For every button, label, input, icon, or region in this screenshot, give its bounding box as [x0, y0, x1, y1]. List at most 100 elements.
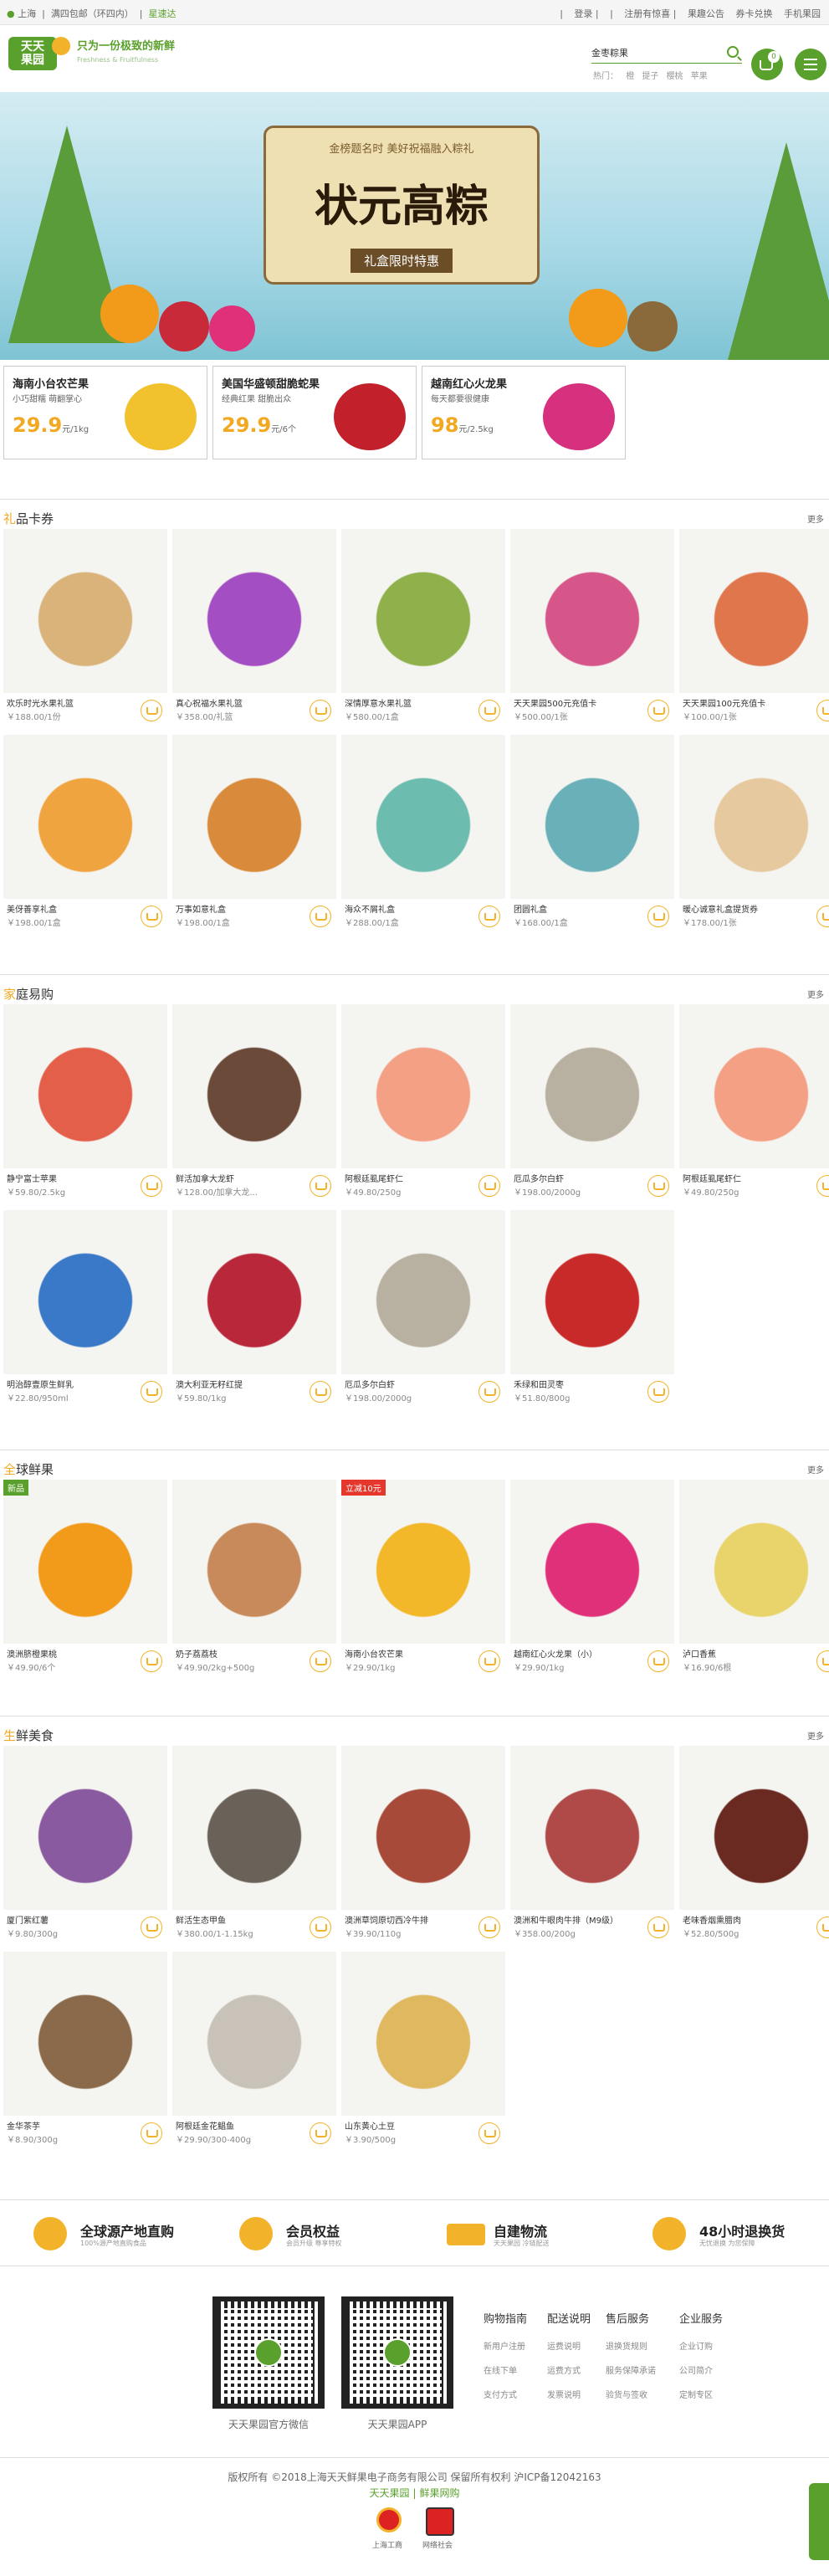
- footer-col-link[interactable]: 运费方式: [547, 2363, 606, 2376]
- product-card[interactable]: 厄瓜多尔白虾 ￥198.00/2000g: [341, 1210, 505, 1411]
- product-card[interactable]: 禾绿和田灵枣 ￥51.80/800g: [510, 1210, 674, 1411]
- product-name[interactable]: 越南红心火龙果（小）: [514, 1647, 639, 1660]
- footer-col-link[interactable]: 退换货规则: [606, 2339, 664, 2352]
- product-image[interactable]: [3, 1210, 167, 1374]
- product-image[interactable]: [341, 735, 505, 899]
- add-to-cart-icon[interactable]: [141, 1381, 162, 1403]
- product-card[interactable]: 越南红心火龙果（小） ￥29.90/1kg: [510, 1480, 674, 1681]
- product-name[interactable]: 海南小台农芒果: [345, 1647, 470, 1660]
- gongshang-badge-icon[interactable]: [376, 2507, 402, 2532]
- footer-col-link[interactable]: 公司简介: [679, 2363, 738, 2376]
- product-image[interactable]: [510, 1480, 674, 1644]
- product-card[interactable]: 新品 澳洲脐橙果桃 ￥49.90/6个: [3, 1480, 167, 1681]
- product-card[interactable]: 欢乐时光水果礼篮 ￥188.00/1份: [3, 529, 167, 730]
- product-card[interactable]: 山东黄心土豆 ￥3.90/500g: [341, 1952, 505, 2153]
- product-name[interactable]: 真心祝福水果礼篮: [176, 696, 301, 709]
- add-to-cart-icon[interactable]: [647, 1175, 669, 1197]
- add-to-cart-icon[interactable]: [310, 1650, 331, 1672]
- add-to-cart-icon[interactable]: [647, 906, 669, 927]
- search-icon[interactable]: [727, 46, 739, 58]
- section-more-link[interactable]: 更多: [807, 1463, 824, 1475]
- add-to-cart-icon[interactable]: [310, 1917, 331, 1938]
- product-image[interactable]: [3, 1480, 167, 1644]
- product-card[interactable]: 阿根廷虱尾虾仁 ￥49.80/250g: [341, 1004, 505, 1205]
- add-to-cart-icon[interactable]: [310, 1381, 331, 1403]
- add-to-cart-icon[interactable]: [478, 906, 500, 927]
- add-to-cart-icon[interactable]: [478, 2122, 500, 2144]
- product-card[interactable]: 澳大利亚无籽红提 ￥59.80/1kg: [172, 1210, 336, 1411]
- product-name[interactable]: 深情厚意水果礼篮: [345, 696, 470, 709]
- product-image[interactable]: [679, 735, 829, 899]
- hot-term[interactable]: 提子: [642, 72, 658, 81]
- product-name[interactable]: 明治醇壹原生鲜乳: [7, 1378, 132, 1390]
- side-service-tab[interactable]: [809, 2483, 829, 2560]
- add-to-cart-icon[interactable]: [647, 1650, 669, 1672]
- product-image[interactable]: [172, 1952, 336, 2116]
- login-link[interactable]: | 登录 |: [560, 8, 598, 19]
- product-image[interactable]: [679, 1480, 829, 1644]
- add-to-cart-icon[interactable]: [141, 1650, 162, 1672]
- product-name[interactable]: 暖心诚意礼盒提货券: [683, 902, 808, 915]
- add-to-cart-icon[interactable]: [478, 1175, 500, 1197]
- footer-col-link[interactable]: 支付方式: [484, 2388, 542, 2400]
- product-image[interactable]: [172, 1210, 336, 1374]
- product-image[interactable]: [510, 1004, 674, 1168]
- mobile-link[interactable]: 手机果园: [784, 8, 821, 19]
- product-name[interactable]: 澳洲脐橙果桃: [7, 1647, 132, 1660]
- product-image[interactable]: [679, 1746, 829, 1910]
- footer-col-link[interactable]: 发票说明: [547, 2388, 606, 2400]
- product-image[interactable]: [341, 1210, 505, 1374]
- site-logo[interactable]: 天天果园 只为一份极致的新鲜 Freshness & Fruitfulness: [8, 37, 175, 70]
- add-to-cart-icon[interactable]: [478, 1650, 500, 1672]
- product-name[interactable]: 阿根廷金花鲳鱼: [176, 2119, 301, 2132]
- hot-term[interactable]: 樱桃: [667, 72, 683, 81]
- add-to-cart-icon[interactable]: [816, 1650, 829, 1672]
- product-image[interactable]: [341, 529, 505, 693]
- add-to-cart-icon[interactable]: [310, 1175, 331, 1197]
- footer-col-link[interactable]: 验货与签收: [606, 2388, 664, 2400]
- hot-term[interactable]: 苹果: [691, 72, 708, 81]
- product-card[interactable]: 金华茶芋 ￥8.90/300g: [3, 1952, 167, 2153]
- product-image[interactable]: [510, 1210, 674, 1374]
- footer-link[interactable]: 天天果园: [369, 2487, 409, 2499]
- product-name[interactable]: 禾绿和田灵枣: [514, 1378, 639, 1390]
- notice-link[interactable]: 果趣公告: [688, 8, 724, 19]
- menu-button[interactable]: [795, 49, 826, 80]
- product-image[interactable]: [679, 1004, 829, 1168]
- search-input[interactable]: [591, 44, 717, 62]
- product-card[interactable]: 明治醇壹原生鲜乳 ￥22.80/950ml: [3, 1210, 167, 1411]
- footer-col-link[interactable]: 定制专区: [679, 2388, 738, 2400]
- section-more-link[interactable]: 更多: [807, 512, 824, 525]
- product-card[interactable]: 阿根廷金花鲳鱼 ￥29.90/300-400g: [172, 1952, 336, 2153]
- product-name[interactable]: 老味香烟熏腊肉: [683, 1913, 808, 1926]
- product-name[interactable]: 阿根廷虱尾虾仁: [345, 1172, 470, 1184]
- product-card[interactable]: 美伢善享礼盒 ￥198.00/1盒: [3, 735, 167, 936]
- hero-banner[interactable]: 金榜题名时 美好祝福融入粽礼 状元高粽 礼盒限时特惠: [0, 92, 829, 360]
- product-name[interactable]: 山东黄心土豆: [345, 2119, 470, 2132]
- product-card[interactable]: 鲜活加拿大龙虾 ￥128.00/加拿大龙...: [172, 1004, 336, 1205]
- product-name[interactable]: 美伢善享礼盒: [7, 902, 132, 915]
- product-image[interactable]: [172, 529, 336, 693]
- product-card[interactable]: 厄瓜多尔白虾 ￥198.00/2000g: [510, 1004, 674, 1205]
- product-name[interactable]: 阿根廷虱尾虾仁: [683, 1172, 808, 1184]
- product-image[interactable]: [3, 529, 167, 693]
- product-image[interactable]: [172, 1004, 336, 1168]
- product-name[interactable]: 厄瓜多尔白虾: [345, 1378, 470, 1390]
- add-to-cart-icon[interactable]: [141, 1175, 162, 1197]
- product-name[interactable]: 海众不屑礼盒: [345, 902, 470, 915]
- product-card[interactable]: 奶子荔荔枝 ￥49.90/2kg+500g: [172, 1480, 336, 1681]
- product-card[interactable]: 静宁富士苹果 ￥59.80/2.5kg: [3, 1004, 167, 1205]
- add-to-cart-icon[interactable]: [141, 700, 162, 721]
- footer-col-link[interactable]: 在线下单: [484, 2363, 542, 2376]
- product-card[interactable]: 鲜活生态甲鱼 ￥380.00/1-1.15kg: [172, 1746, 336, 1947]
- product-image[interactable]: [679, 529, 829, 693]
- product-image[interactable]: [3, 1004, 167, 1168]
- add-to-cart-icon[interactable]: [310, 2122, 331, 2144]
- add-to-cart-icon[interactable]: [647, 1381, 669, 1403]
- product-name[interactable]: 澳洲和牛眼肉牛排（M9级）: [514, 1913, 639, 1926]
- product-name[interactable]: 金华茶芋: [7, 2119, 132, 2132]
- product-image[interactable]: [510, 1746, 674, 1910]
- product-card[interactable]: 澳洲草饲原切西冷牛排 ￥39.90/110g: [341, 1746, 505, 1947]
- promo-card[interactable]: 越南红心火龙果 每天都要很健康 98元/2.5kg: [422, 366, 626, 459]
- product-card[interactable]: 泸口香蕉 ￥16.90/6根: [679, 1480, 829, 1681]
